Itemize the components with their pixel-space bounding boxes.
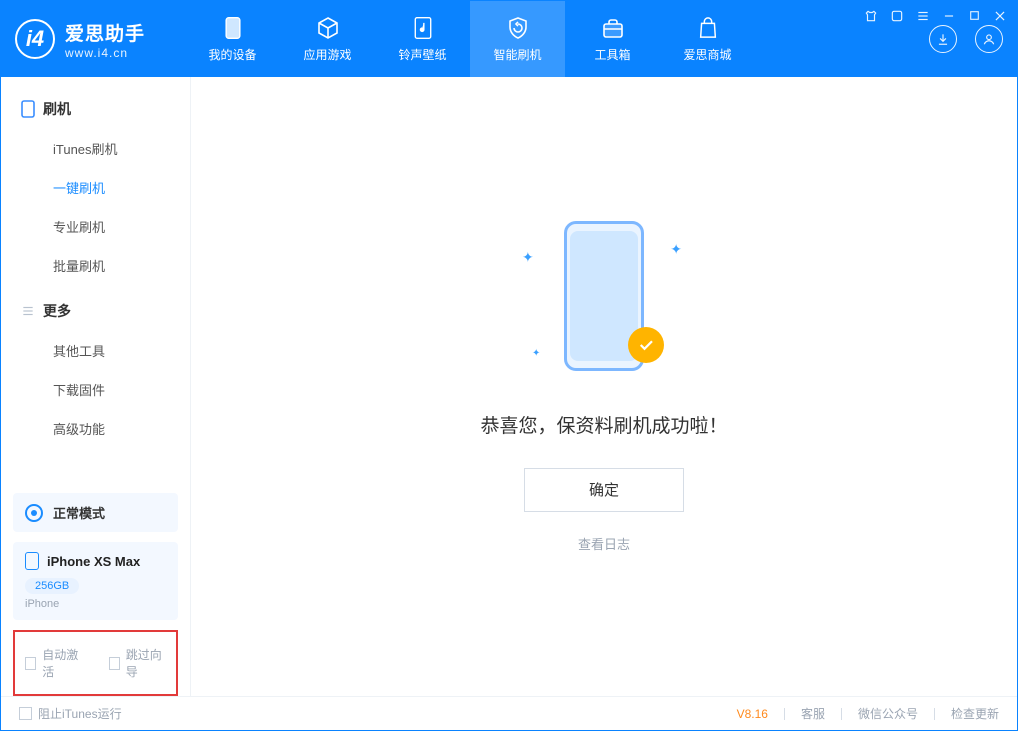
device-type: iPhone <box>25 598 166 610</box>
header-right <box>929 25 1003 53</box>
device-name: iPhone XS Max <box>47 554 140 569</box>
feedback-icon[interactable] <box>890 9 904 26</box>
device-icon <box>21 100 35 118</box>
phone-icon <box>25 552 39 570</box>
sidebar-header-flash: 刷机 <box>1 89 190 129</box>
version-label: V8.16 <box>737 707 768 721</box>
phone-icon <box>220 15 246 41</box>
main-tabs: 我的设备 应用游戏 铃声壁纸 智能刷机 工具箱 爱思商城 <box>185 1 755 77</box>
support-link[interactable]: 客服 <box>801 705 825 722</box>
success-illustration: ✦ ✦ ✦ <box>544 221 664 381</box>
main-content: ✦ ✦ ✦ 恭喜您，保资料刷机成功啦！ 确定 查看日志 <box>191 77 1017 696</box>
sidebar-item-download-firmware[interactable]: 下载固件 <box>1 370 190 409</box>
sidebar-item-onekey-flash[interactable]: 一键刷机 <box>1 168 190 207</box>
list-icon <box>21 304 35 318</box>
music-file-icon <box>410 15 436 41</box>
menu-icon[interactable] <box>916 9 930 26</box>
checkbox-icon <box>25 657 36 670</box>
wechat-link[interactable]: 微信公众号 <box>858 705 918 722</box>
checkbox-block-itunes[interactable]: 阻止iTunes运行 <box>19 705 122 722</box>
checkbox-skip-guide[interactable]: 跳过向导 <box>109 646 167 680</box>
mode-label: 正常模式 <box>53 503 105 522</box>
options-highlight: 自动激活 跳过向导 <box>13 630 178 696</box>
tab-store[interactable]: 爱思商城 <box>660 1 755 77</box>
sidebar-item-batch-flash[interactable]: 批量刷机 <box>1 246 190 285</box>
skin-icon[interactable] <box>864 9 878 26</box>
ok-button[interactable]: 确定 <box>524 468 684 512</box>
sidebar-item-itunes-flash[interactable]: iTunes刷机 <box>1 129 190 168</box>
device-card[interactable]: iPhone XS Max 256GB iPhone <box>13 542 178 620</box>
sidebar-item-advanced[interactable]: 高级功能 <box>1 409 190 448</box>
check-badge-icon <box>628 327 664 363</box>
status-bar: 阻止iTunes运行 V8.16 客服 微信公众号 检查更新 <box>1 696 1017 730</box>
tab-apps[interactable]: 应用游戏 <box>280 1 375 77</box>
window-controls <box>864 9 1007 26</box>
body: 刷机 iTunes刷机 一键刷机 专业刷机 批量刷机 更多 其他工具 下载固件 … <box>1 77 1017 696</box>
sparkle-icon: ✦ <box>532 348 540 359</box>
brand-name: 爱思助手 <box>65 19 145 46</box>
tab-flash[interactable]: 智能刷机 <box>470 1 565 77</box>
sidebar-item-pro-flash[interactable]: 专业刷机 <box>1 207 190 246</box>
brand[interactable]: i4 爱思助手 www.i4.cn <box>15 19 185 60</box>
brand-logo-icon: i4 <box>15 19 55 59</box>
shield-refresh-icon <box>505 15 531 41</box>
mode-card[interactable]: 正常模式 <box>13 493 178 532</box>
mode-indicator-icon <box>25 504 43 522</box>
tab-ringtone[interactable]: 铃声壁纸 <box>375 1 470 77</box>
sidebar-header-more: 更多 <box>1 291 190 331</box>
tab-my-device[interactable]: 我的设备 <box>185 1 280 77</box>
app-window: i4 爱思助手 www.i4.cn 我的设备 应用游戏 铃声壁纸 智能刷机 <box>0 0 1018 731</box>
minimize-button[interactable] <box>942 9 956 26</box>
sidebar: 刷机 iTunes刷机 一键刷机 专业刷机 批量刷机 更多 其他工具 下载固件 … <box>1 77 191 696</box>
bag-icon <box>695 15 721 41</box>
success-message: 恭喜您，保资料刷机成功啦！ <box>480 411 727 438</box>
brand-url: www.i4.cn <box>65 46 145 60</box>
toolbox-icon <box>600 15 626 41</box>
checkbox-icon <box>19 707 32 720</box>
download-button[interactable] <box>929 25 957 53</box>
close-button[interactable] <box>993 9 1007 26</box>
checkbox-auto-activate[interactable]: 自动激活 <box>25 646 83 680</box>
user-button[interactable] <box>975 25 1003 53</box>
sidebar-item-other-tools[interactable]: 其他工具 <box>1 331 190 370</box>
storage-badge: 256GB <box>25 578 79 594</box>
maximize-button[interactable] <box>968 9 981 26</box>
cube-icon <box>315 15 341 41</box>
sparkle-icon: ✦ <box>522 249 534 266</box>
view-log-link[interactable]: 查看日志 <box>578 534 630 553</box>
check-update-link[interactable]: 检查更新 <box>951 705 999 722</box>
checkbox-icon <box>109 657 120 670</box>
tab-toolbox[interactable]: 工具箱 <box>565 1 660 77</box>
sparkle-icon: ✦ <box>670 241 682 258</box>
